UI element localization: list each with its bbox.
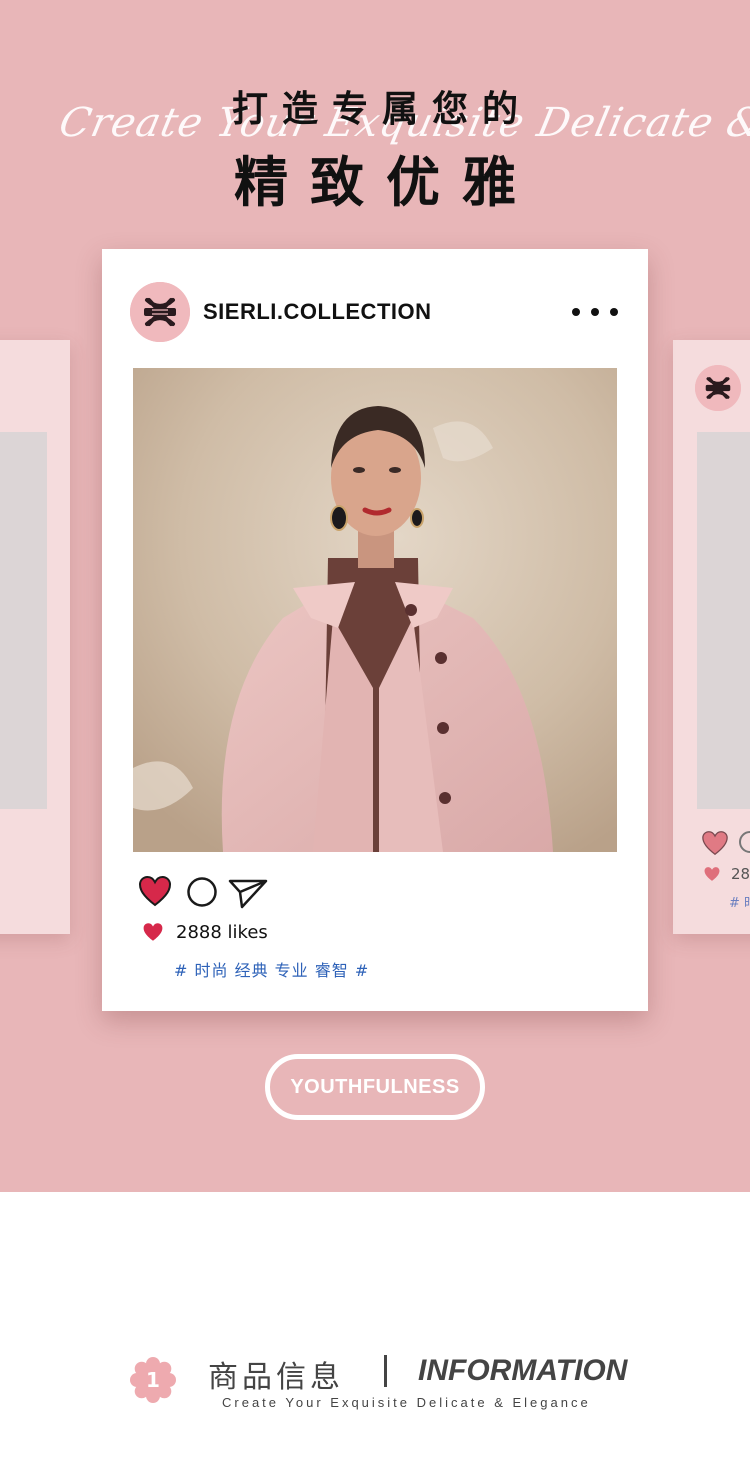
more-dots-icon[interactable]	[572, 302, 618, 322]
heart-icon	[143, 923, 163, 941]
hero-title-line1: 打造专属您的	[231, 89, 532, 130]
section-title-en: INFORMATION	[418, 1354, 628, 1387]
info-background	[0, 1192, 750, 1461]
brand-monogram-icon[interactable]	[130, 282, 190, 342]
heart-icon	[702, 831, 728, 856]
section-subtitle: Create Your Exquisite Delicate & Eleganc…	[222, 1395, 591, 1410]
comment-circle-icon	[739, 831, 750, 853]
section-divider	[384, 1355, 387, 1387]
heart-icon	[704, 867, 720, 881]
brand-monogram-icon	[695, 365, 741, 411]
comment-circle-icon[interactable]	[186, 876, 218, 908]
hashtags[interactable]: # 时尚 经典 专业 睿智 #	[174, 957, 369, 981]
model-illustration	[133, 368, 617, 852]
page: Create Your Exquisite Delicate & Eleganc…	[0, 0, 750, 1461]
dot	[610, 308, 618, 316]
youthfulness-button[interactable]: YOUTHFULNESS	[265, 1054, 485, 1120]
side-hashtags: # 时	[729, 896, 750, 911]
side-likes-count: 288	[731, 865, 750, 883]
post-photo[interactable]	[133, 368, 617, 852]
flower-badge-icon: 1	[128, 1355, 178, 1405]
side-card-photo	[697, 432, 750, 809]
dot	[572, 308, 580, 316]
side-card-photo	[0, 432, 47, 809]
section-title-cn: 商品信息	[208, 1360, 344, 1395]
dot	[591, 308, 599, 316]
badge-number: 1	[146, 1368, 160, 1392]
hero-title-line2: 精致优雅	[234, 151, 538, 214]
likes-count: 2888 likes	[176, 922, 268, 943]
side-card-left[interactable]	[0, 340, 70, 934]
paper-plane-icon[interactable]	[228, 877, 268, 909]
account-name[interactable]: SIERLI.COLLECTION	[203, 299, 432, 325]
heart-icon[interactable]	[138, 875, 172, 907]
post-card: SIERLI.COLLECTION 2888 likes # 时尚 经典 专业 …	[102, 249, 648, 1011]
side-card-right[interactable]: 288 # 时	[673, 340, 750, 934]
